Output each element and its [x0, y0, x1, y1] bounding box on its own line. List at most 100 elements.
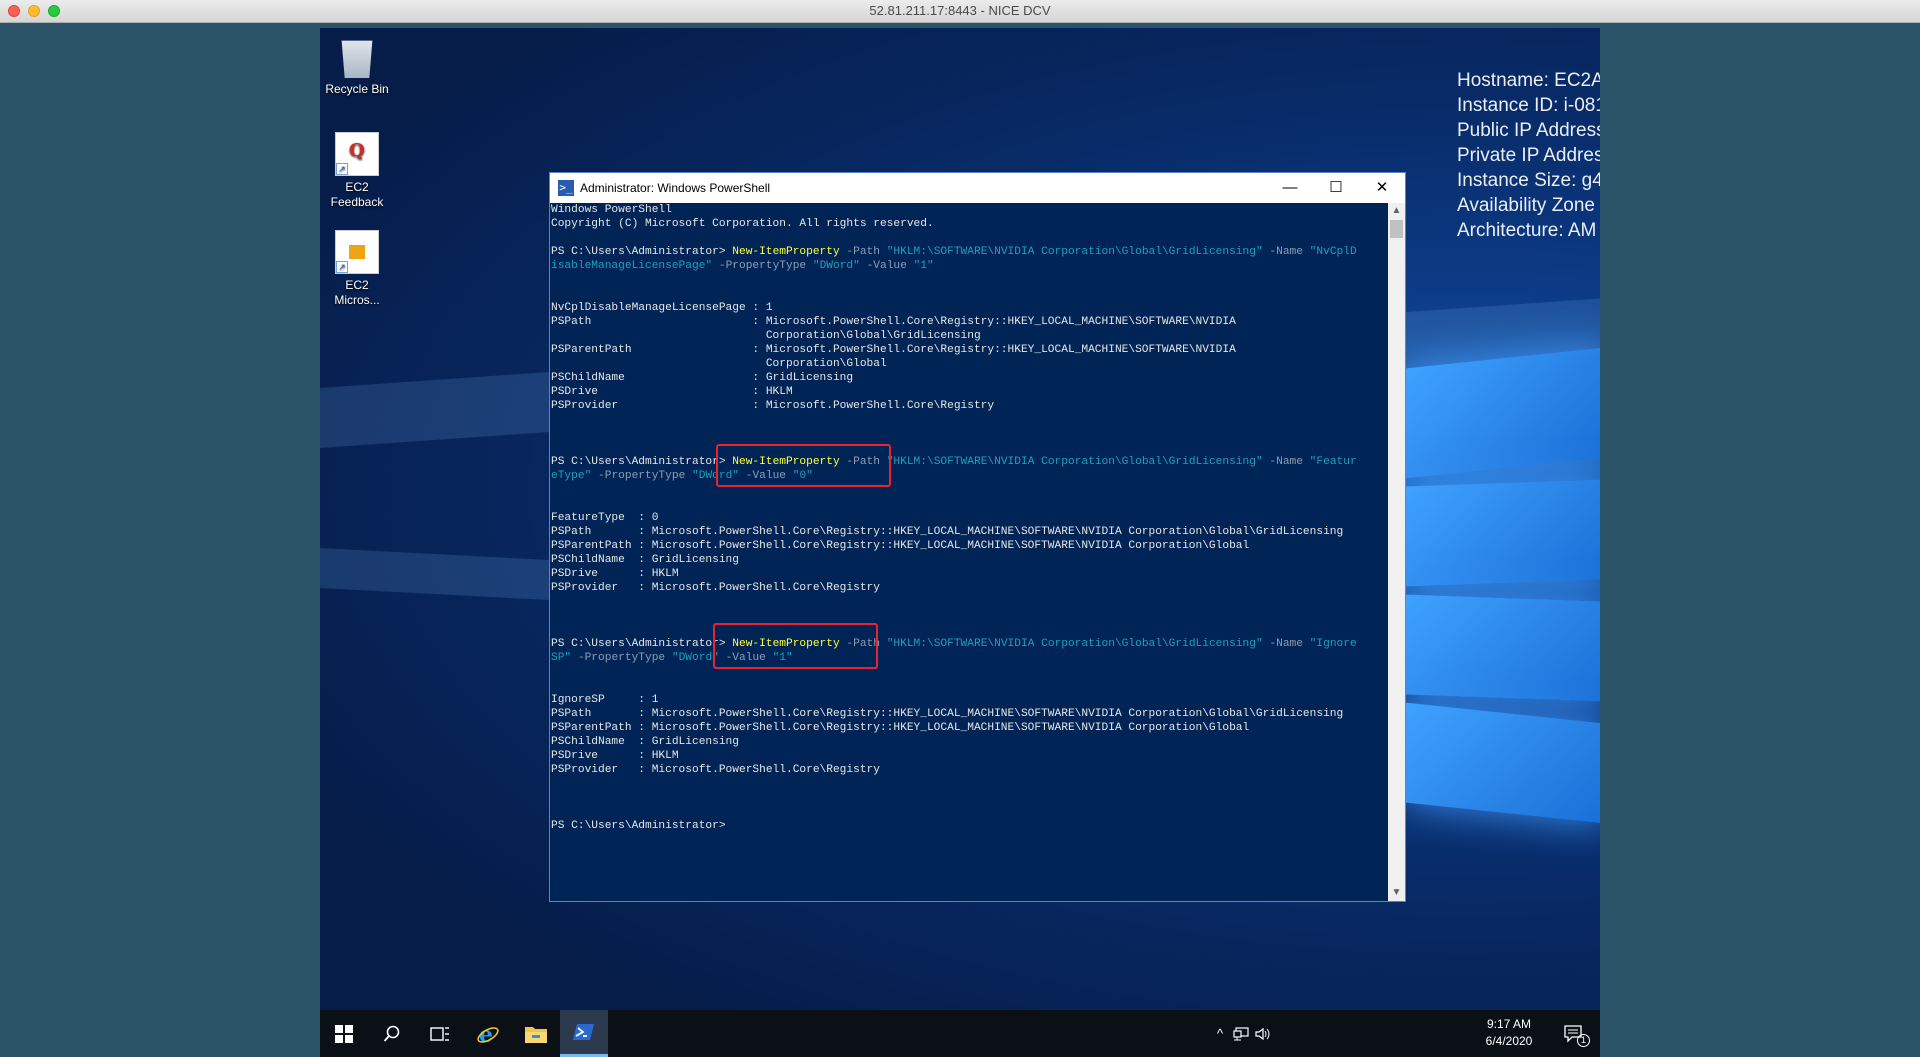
console-line: PSChildName : GridLicensing [551, 735, 1389, 749]
action-center-button[interactable]: 1 [1556, 1010, 1592, 1057]
taskbar: e ^ 9:17 AM 6/4/2020 1 [320, 1010, 1600, 1057]
clock-date: 6/4/2020 [1485, 1034, 1533, 1048]
console-text: "DWord" [812, 260, 860, 272]
task-view-button[interactable] [416, 1010, 464, 1057]
desktop-icon-ec2-micros[interactable]: ↗ EC2 Micros... [321, 230, 393, 308]
shortcut-arrow-icon: ↗ [336, 261, 348, 273]
sysinfo-hostname: Hostname: EC2A [1457, 70, 1600, 91]
console-text: -PropertyType [571, 652, 672, 664]
powershell-titlebar[interactable]: >_ Administrator: Windows PowerShell — ☐… [550, 173, 1405, 203]
console-text: -PropertyType [712, 260, 813, 272]
console-text: PSProvider : Microsoft.PowerShell.Core\R… [551, 582, 880, 594]
powershell-window[interactable]: >_ Administrator: Windows PowerShell — ☐… [549, 172, 1406, 902]
console-line: PSProvider : Microsoft.PowerShell.Core\R… [551, 399, 1389, 413]
console-text: Windows PowerShell [551, 204, 672, 216]
console-text: PSProvider : Microsoft.PowerShell.Core\R… [551, 400, 995, 412]
console-text: -Name [1262, 246, 1310, 258]
console-line: PS C:\Users\Administrator> [551, 819, 1389, 833]
vertical-scrollbar[interactable]: ▲ ▼ [1388, 203, 1405, 901]
network-icon [1233, 1026, 1249, 1040]
console-text: -Name [1262, 456, 1310, 468]
console-line: PS C:\Users\Administrator> New-ItemPrope… [551, 637, 1389, 651]
sysinfo-private-ip: Private IP Addres [1457, 145, 1600, 166]
console-text: PSChildName : GridLicensing [551, 736, 739, 748]
desktop-icon-label: EC2 [345, 180, 369, 194]
sysinfo-availability-zone: Availability Zone [1457, 195, 1596, 216]
maximize-button[interactable]: ☐ [1313, 173, 1359, 203]
sysinfo-instance-size: Instance Size: g4 [1457, 170, 1600, 191]
console-text: PSParentPath : Microsoft.PowerShell.Core… [551, 722, 1250, 734]
console-line: Corporation\Global [551, 357, 1389, 371]
internet-explorer-taskbar-button[interactable]: e [464, 1010, 512, 1057]
console-text: PSPath : Microsoft.PowerShell.Core\Regis… [551, 526, 1344, 538]
console-text: PSProvider : Microsoft.PowerShell.Core\R… [551, 764, 880, 776]
recycle-bin-icon [341, 40, 373, 78]
volume-tray-button[interactable] [1252, 1010, 1274, 1057]
console-text: "NvCplD [1309, 246, 1357, 258]
console-text: -Path [839, 246, 887, 258]
console-line: eType" -PropertyType "DWord" -Value "0" [551, 469, 1389, 483]
show-hidden-icons-button[interactable]: ^ [1208, 1010, 1232, 1057]
network-tray-button[interactable] [1230, 1010, 1252, 1057]
console-line: PSProvider : Microsoft.PowerShell.Core\R… [551, 581, 1389, 595]
taskbar-clock[interactable]: 9:17 AM 6/4/2020 [1474, 1016, 1544, 1050]
wallpaper-logo-pane [1405, 594, 1600, 702]
mac-titlebar: 52.81.211.17:8443 - NICE DCV [0, 0, 1920, 23]
speaker-icon [1255, 1027, 1270, 1040]
file-explorer-taskbar-button[interactable] [512, 1010, 560, 1057]
console-text: SP" [551, 652, 572, 664]
close-button[interactable]: ✕ [1359, 173, 1405, 203]
console-line: PSChildName : GridLicensing [551, 553, 1389, 567]
powershell-taskbar-button[interactable] [560, 1010, 608, 1057]
start-button[interactable] [320, 1010, 368, 1057]
desktop-icon-ec2-feedback[interactable]: Q ↗ EC2 Feedback [321, 132, 393, 210]
windows-logo-icon [335, 1024, 353, 1043]
console-text: PSDrive : HKLM [551, 568, 679, 580]
console-line: Windows PowerShell [551, 203, 1389, 217]
console-text: PS C:\Users\Administrator> [551, 638, 733, 650]
search-button[interactable] [368, 1010, 416, 1057]
console-text: FeatureType : 0 [551, 512, 659, 524]
console-line: Copyright (C) Microsoft Corporation. All… [551, 217, 1389, 231]
console-text: Corporation\Global\GridLicensing [551, 330, 981, 342]
window-title: 52.81.211.17:8443 - NICE DCV [869, 3, 1051, 18]
console-text: New-ItemProperty [732, 246, 840, 258]
ec2-micros-icon: ↗ [335, 230, 379, 274]
console-text: "HKLM:\SOFTWARE\NVIDIA Corporation\Globa… [886, 456, 1263, 468]
console-line: PSDrive : HKLM [551, 567, 1389, 581]
console-line: NvCplDisableManageLicensePage : 1 [551, 301, 1389, 315]
console-text: "HKLM:\SOFTWARE\NVIDIA Corporation\Globa… [886, 246, 1263, 258]
console-line: PSParentPath : Microsoft.PowerShell.Core… [551, 343, 1389, 357]
console-text: NvCplDisableManageLicensePage : 1 [551, 302, 773, 314]
scroll-up-icon[interactable]: ▲ [1388, 203, 1405, 219]
desktop-icon-recycle-bin[interactable]: Recycle Bin [321, 34, 393, 97]
console-output[interactable]: Windows PowerShell Copyright (C) Microsof… [550, 203, 1389, 901]
chevron-up-icon: ^ [1216, 1026, 1224, 1041]
console-text: PSParentPath : Microsoft.PowerShell.Core… [551, 540, 1250, 552]
console-text: isableManageLicensePage" [551, 260, 713, 272]
console-text: Corporation\Global [551, 358, 887, 370]
scroll-down-icon[interactable]: ▼ [1388, 885, 1405, 901]
console-line: PSPath : Microsoft.PowerShell.Core\Regis… [551, 707, 1389, 721]
wallpaper-logo-pane [1405, 702, 1600, 824]
wallpaper-logo-pane [1405, 347, 1600, 479]
console-text: -Name [1262, 638, 1310, 650]
console-text: "1" [913, 260, 934, 272]
console-text: PSChildName : GridLicensing [551, 372, 854, 384]
minimize-button[interactable]: — [1267, 173, 1313, 203]
console-text: PSDrive : HKLM [551, 750, 679, 762]
console-line: PSChildName : GridLicensing [551, 371, 1389, 385]
scrollbar-thumb[interactable] [1390, 220, 1403, 238]
search-icon [383, 1025, 400, 1042]
console-line: SP" -PropertyType "DWord" -Value "1" [551, 651, 1389, 665]
console-line: PSParentPath : Microsoft.PowerShell.Core… [551, 539, 1389, 553]
console-line: FeatureType : 0 [551, 511, 1389, 525]
console-text: PS C:\Users\Administrator> [551, 246, 733, 258]
console-text: -PropertyType [591, 470, 693, 482]
console-text: PSPath : Microsoft.PowerShell.Core\Regis… [551, 708, 1344, 720]
console-text: PSDrive : HKLM [551, 386, 793, 398]
